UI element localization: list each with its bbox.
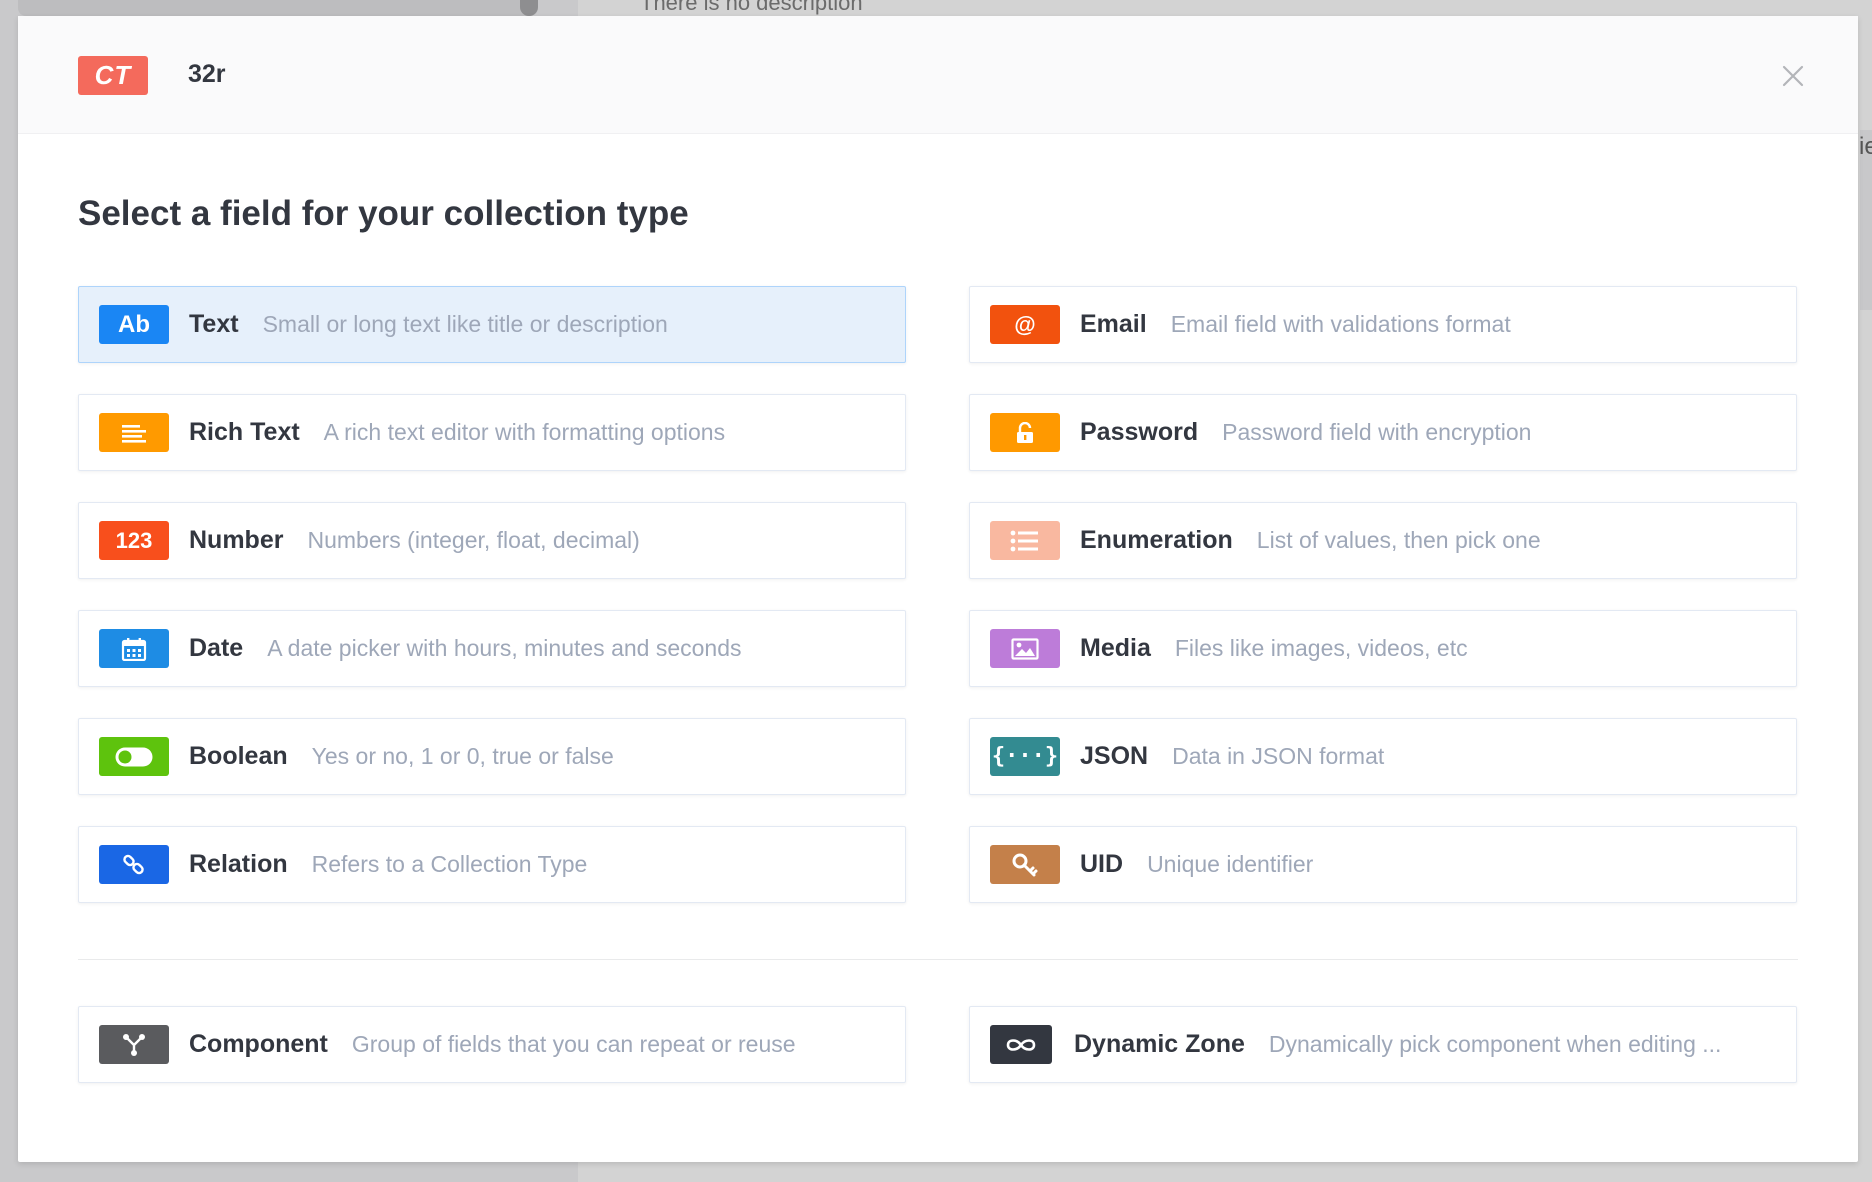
modal-header: CT 32r <box>18 16 1858 134</box>
field-card-text[interactable]: Ab Text Small or long text like title or… <box>78 286 906 363</box>
field-description: Files like images, videos, etc <box>1174 635 1468 661</box>
field-description: List of values, then pick one <box>1256 527 1541 553</box>
field-select-modal: CT 32r Select a field for your collectio… <box>18 16 1858 1162</box>
field-description: A rich text editor with formatting optio… <box>323 419 726 445</box>
field-card-uid[interactable]: UID Unique identifier <box>969 826 1797 903</box>
field-label: Component <box>189 1030 328 1058</box>
field-description: Numbers (integer, float, decimal) <box>307 527 640 553</box>
field-card-json[interactable]: {···} JSON Data in JSON format <box>969 718 1797 795</box>
field-card-date[interactable]: Date A date picker with hours, minutes a… <box>78 610 906 687</box>
background-description-text: There is no description <box>640 0 863 15</box>
field-card-media[interactable]: Media Files like images, videos, etc <box>969 610 1797 687</box>
field-description: Group of fields that you can repeat or r… <box>351 1031 796 1057</box>
field-label: Number <box>189 526 284 554</box>
number-123-icon: 123 <box>99 521 169 560</box>
link-icon <box>99 845 169 884</box>
field-card-email[interactable]: @ Email Email field with validations for… <box>969 286 1797 363</box>
field-card-component[interactable]: Component Group of fields that you can r… <box>78 1006 906 1083</box>
lock-icon <box>990 413 1060 452</box>
toggle-icon <box>99 737 169 776</box>
field-description: Dynamically pick component when editing … <box>1268 1031 1722 1057</box>
calendar-icon <box>99 629 169 668</box>
field-card-dynamic-zone[interactable]: Dynamic Zone Dynamically pick component … <box>969 1006 1797 1083</box>
field-label: Email <box>1080 310 1147 338</box>
field-label: Boolean <box>189 742 288 770</box>
text-ab-icon: Ab <box>99 305 169 344</box>
field-description: Data in JSON format <box>1172 743 1385 769</box>
field-card-boolean[interactable]: Boolean Yes or no, 1 or 0, true or false <box>78 718 906 795</box>
field-card-enumeration[interactable]: Enumeration List of values, then pick on… <box>969 502 1797 579</box>
field-label: Enumeration <box>1080 526 1233 554</box>
field-label: Date <box>189 634 244 662</box>
json-braces-icon: {···} <box>990 737 1060 776</box>
field-description: A date picker with hours, minutes and se… <box>267 635 742 661</box>
image-icon <box>990 629 1060 668</box>
background-edge-text: ie <box>1859 133 1872 160</box>
component-icon <box>99 1025 169 1064</box>
field-description: Refers to a Collection Type <box>311 851 588 877</box>
field-label: Media <box>1080 634 1151 662</box>
section-divider <box>78 959 1798 960</box>
field-card-number[interactable]: 123 Number Numbers (integer, float, deci… <box>78 502 906 579</box>
close-icon <box>1782 65 1804 87</box>
field-description: Yes or no, 1 or 0, true or false <box>311 743 614 769</box>
field-label: Text <box>189 310 239 338</box>
at-icon: @ <box>990 305 1060 344</box>
field-label: Password <box>1080 418 1199 446</box>
background-scrollbar-track <box>18 0 538 16</box>
content-type-name: 32r <box>188 60 226 88</box>
key-icon <box>990 845 1060 884</box>
infinity-icon <box>990 1025 1052 1064</box>
content-type-badge: CT <box>78 56 148 95</box>
close-button[interactable] <box>1773 56 1813 96</box>
field-card-password[interactable]: Password Password field with encryption <box>969 394 1797 471</box>
field-description: Small or long text like title or descrip… <box>262 311 668 337</box>
align-left-icon <box>99 413 169 452</box>
modal-title: Select a field for your collection type <box>78 194 689 233</box>
field-label: JSON <box>1080 742 1149 770</box>
field-description: Unique identifier <box>1147 851 1314 877</box>
field-description: Password field with encryption <box>1222 419 1532 445</box>
field-label: Dynamic Zone <box>1074 1030 1245 1058</box>
field-card-rich-text[interactable]: Rich Text A rich text editor with format… <box>78 394 906 471</box>
field-description: Email field with validations format <box>1170 311 1511 337</box>
field-label: Rich Text <box>189 418 300 446</box>
field-label: UID <box>1080 850 1124 878</box>
field-card-relation[interactable]: Relation Refers to a Collection Type <box>78 826 906 903</box>
list-icon <box>990 521 1060 560</box>
field-label: Relation <box>189 850 288 878</box>
